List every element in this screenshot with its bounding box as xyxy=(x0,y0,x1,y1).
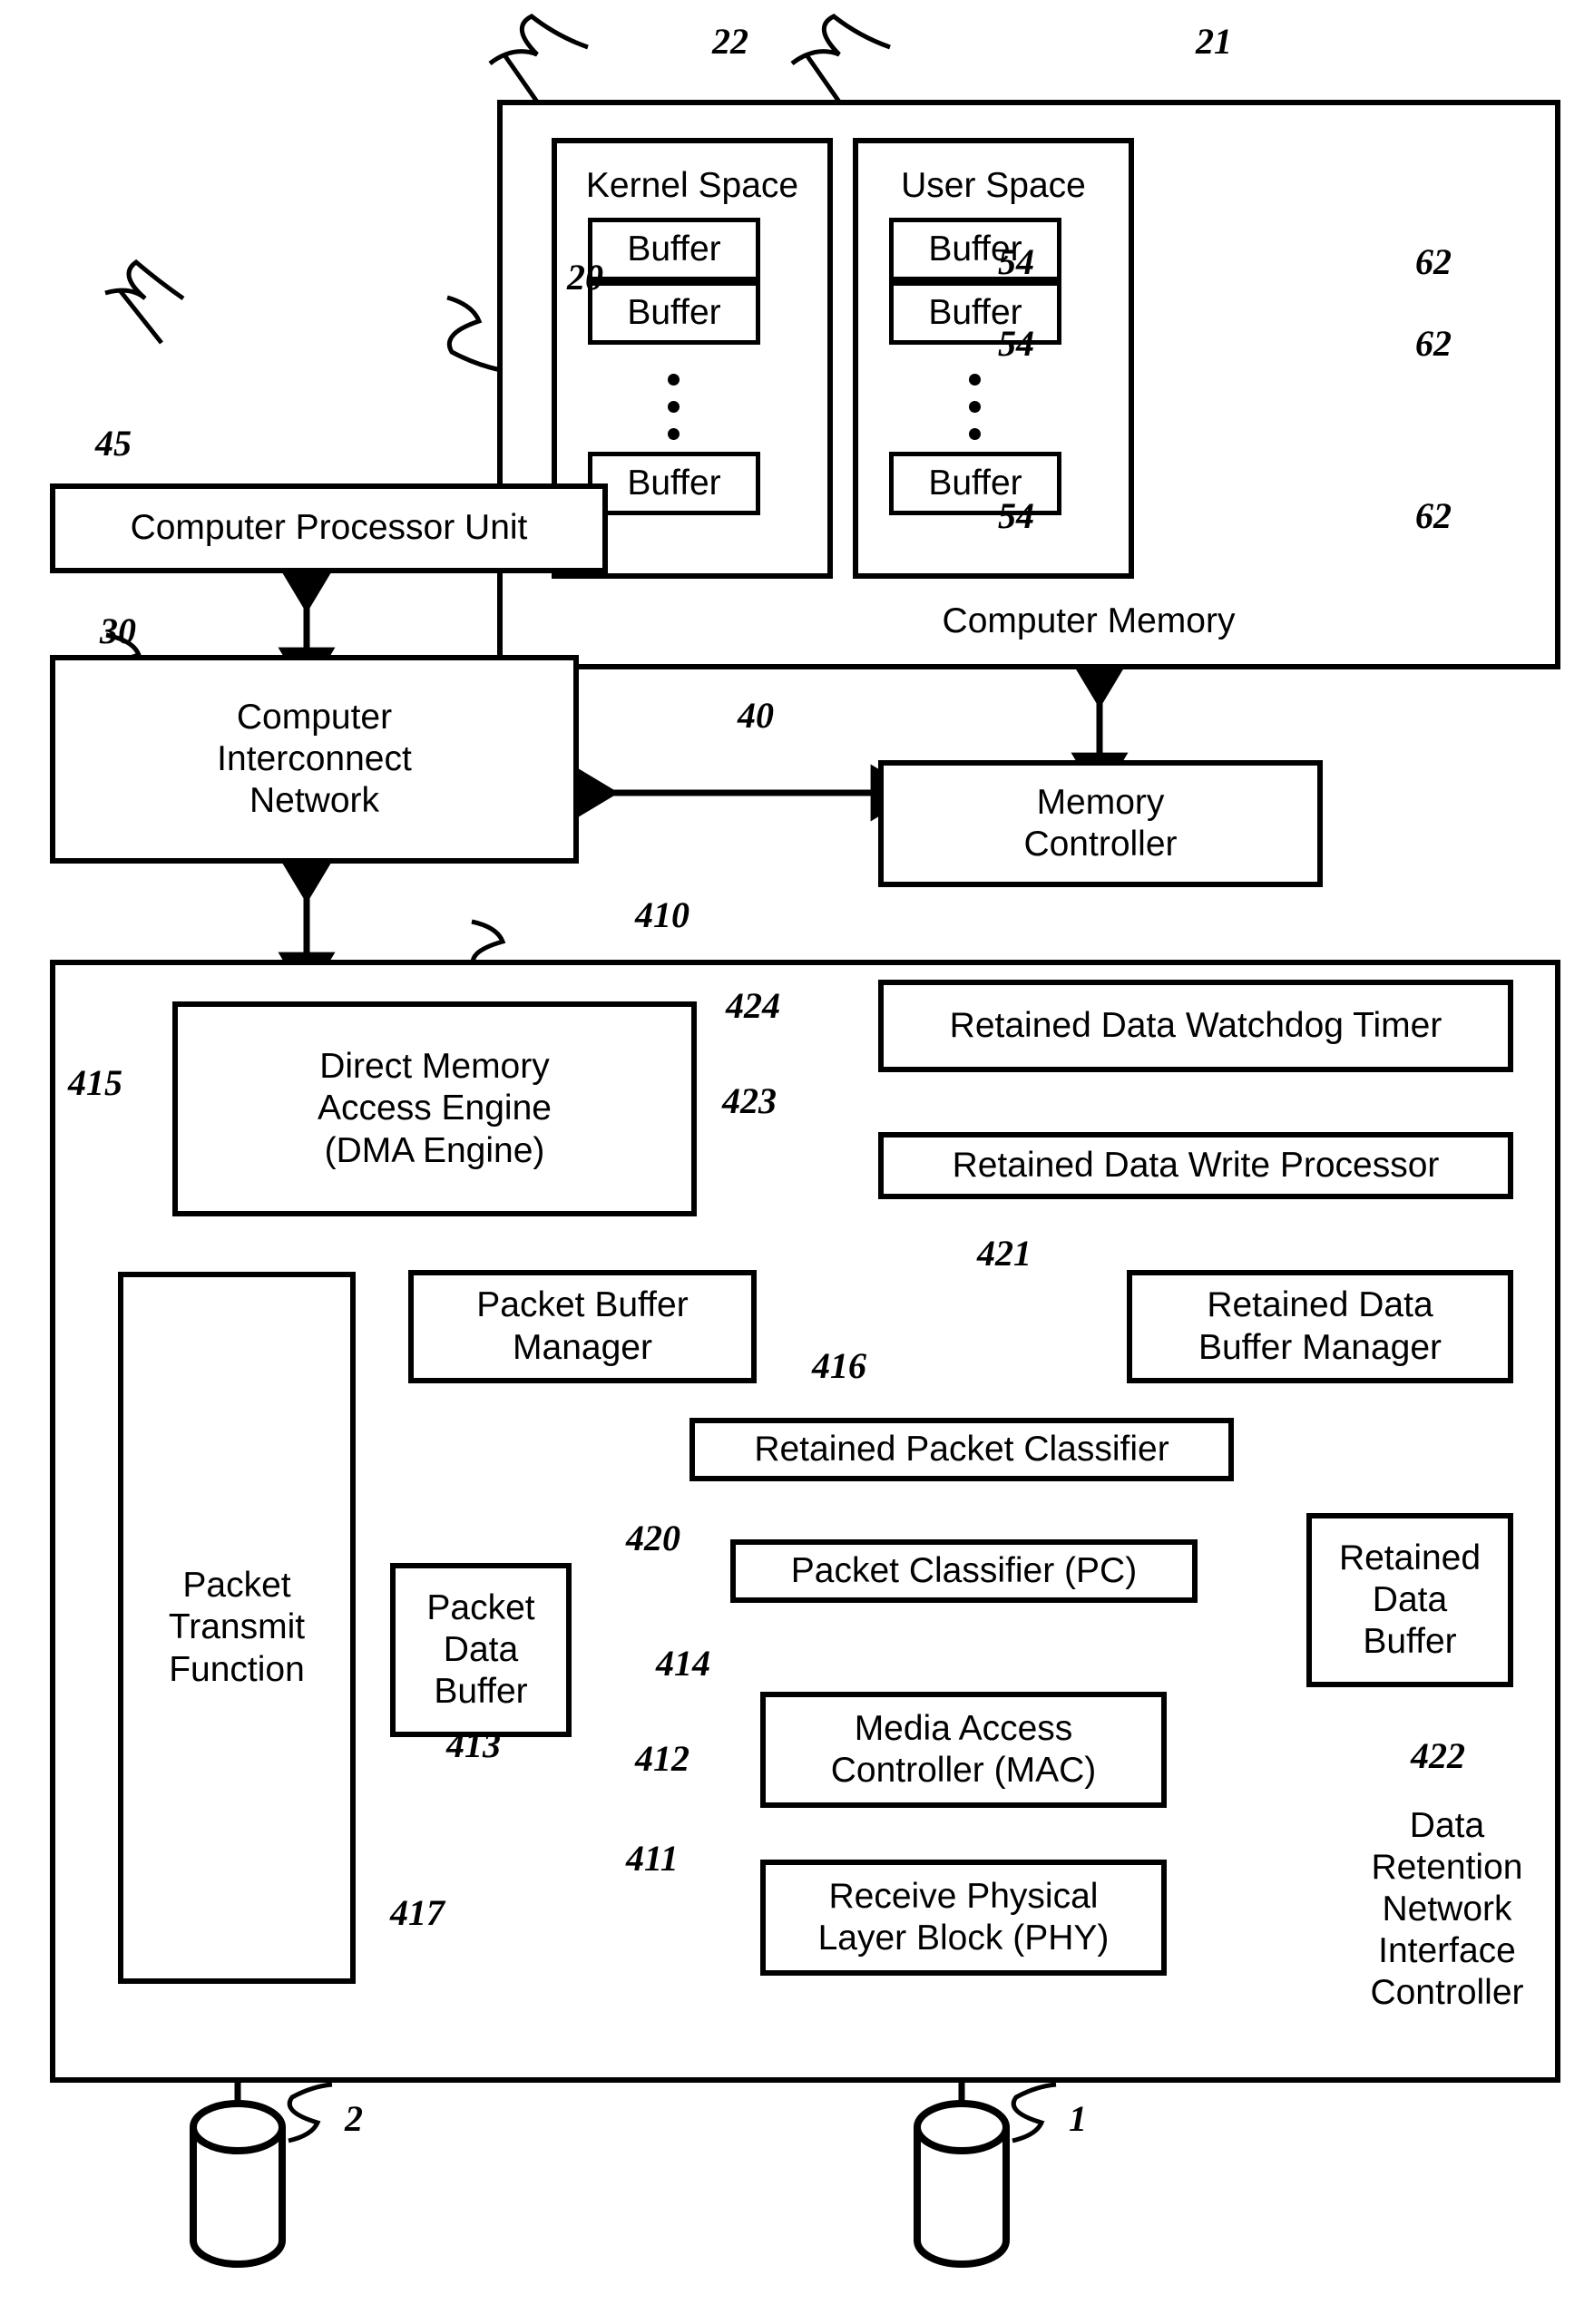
ref-22: 22 xyxy=(712,21,748,62)
computer-memory-label: Computer Memory xyxy=(942,601,1236,640)
kernel-buffer-2-label: Buffer xyxy=(627,292,721,332)
ref-424: 424 xyxy=(726,985,780,1026)
nic-caption: Data Retention Network Interface Control… xyxy=(1370,1806,1524,2013)
retained-data-watchdog-timer: Retained Data Watchdog Timer xyxy=(878,980,1513,1072)
user-space-title: User Space xyxy=(901,166,1086,205)
media-access-controller: Media Access Controller (MAC) xyxy=(760,1692,1167,1808)
packet-data-buffer: Packet Data Buffer xyxy=(390,1563,572,1737)
cpu-label: Computer Processor Unit xyxy=(130,508,528,548)
ref-413: 413 xyxy=(446,1724,501,1765)
ref-412: 412 xyxy=(635,1738,689,1779)
write-processor-label: Retained Data Write Processor xyxy=(952,1145,1440,1185)
ref-423: 423 xyxy=(722,1080,777,1121)
patent-figure: Computer Memory Kernel Space Buffer Buff… xyxy=(0,0,1594,2324)
retained-packet-classifier-label: Retained Packet Classifier xyxy=(754,1429,1169,1469)
packet-transmit-function: Packet Transmit Function xyxy=(118,1272,356,1984)
ref-414: 414 xyxy=(656,1643,710,1684)
ref-54-a: 54 xyxy=(998,241,1034,282)
user-buffer-1: Buffer xyxy=(889,218,1061,281)
ref-62-c: 62 xyxy=(1415,495,1452,536)
receive-physical-layer-block: Receive Physical Layer Block (PHY) xyxy=(760,1860,1167,1976)
retained-data-buffer: Retained Data Buffer xyxy=(1306,1513,1513,1687)
kernel-buffer-3: Buffer xyxy=(588,452,760,515)
ref-411: 411 xyxy=(626,1838,679,1879)
kernel-space-title: Kernel Space xyxy=(585,166,799,205)
kernel-buffer-ellipsis xyxy=(668,374,680,455)
ref-port-1: 1 xyxy=(1069,2098,1087,2139)
packet-buffer-manager-label: Packet Buffer Manager xyxy=(476,1285,689,1367)
phy-label: Receive Physical Layer Block (PHY) xyxy=(817,1876,1110,1958)
user-buffer-3: Buffer xyxy=(889,452,1061,515)
ref-30: 30 xyxy=(100,610,136,651)
kernel-buffer-2: Buffer xyxy=(588,281,760,345)
memory-controller-label: Memory Controller xyxy=(1023,782,1178,864)
ref-421: 421 xyxy=(977,1233,1032,1274)
memory-controller: Memory Controller xyxy=(878,760,1323,887)
interconnect-label: Computer Interconnect Network xyxy=(217,697,412,820)
watchdog-label: Retained Data Watchdog Timer xyxy=(949,1005,1442,1045)
kernel-buffer-1: Buffer xyxy=(588,218,760,281)
ref-54-b: 54 xyxy=(998,323,1034,364)
ref-420: 420 xyxy=(626,1518,680,1558)
retained-data-buffer-manager: Retained Data Buffer Manager xyxy=(1127,1270,1513,1383)
ref-415: 415 xyxy=(68,1062,122,1103)
ref-62-b: 62 xyxy=(1415,323,1452,364)
ref-416: 416 xyxy=(812,1345,866,1386)
ref-port-2: 2 xyxy=(345,2098,363,2139)
ref-21: 21 xyxy=(1196,21,1232,62)
kernel-buffer-3-label: Buffer xyxy=(627,463,721,503)
dma-engine-label: Direct Memory Access Engine (DMA Engine) xyxy=(318,1047,552,1170)
retained-data-write-processor: Retained Data Write Processor xyxy=(878,1132,1513,1199)
ref-45: 45 xyxy=(95,423,132,464)
packet-transmit-function-label: Packet Transmit Function xyxy=(168,1566,306,1689)
ref-417: 417 xyxy=(390,1892,445,1933)
mac-label: Media Access Controller (MAC) xyxy=(830,1708,1097,1790)
packet-classifier: Packet Classifier (PC) xyxy=(730,1539,1198,1603)
ref-54-c: 54 xyxy=(998,495,1034,536)
ref-40: 40 xyxy=(738,695,774,736)
user-buffer-ellipsis xyxy=(969,374,982,455)
ref-422: 422 xyxy=(1411,1735,1465,1776)
ref-62-a: 62 xyxy=(1415,241,1452,282)
retained-data-buffer-label: Retained Data Buffer xyxy=(1338,1538,1482,1661)
packet-data-buffer-label: Packet Data Buffer xyxy=(426,1587,535,1711)
retained-data-buffer-manager-label: Retained Data Buffer Manager xyxy=(1198,1285,1442,1367)
ref-410: 410 xyxy=(635,894,689,935)
computer-processor-unit: Computer Processor Unit xyxy=(50,483,608,573)
retained-packet-classifier: Retained Packet Classifier xyxy=(689,1418,1234,1481)
packet-buffer-manager: Packet Buffer Manager xyxy=(408,1270,757,1383)
packet-classifier-label: Packet Classifier (PC) xyxy=(790,1550,1138,1590)
dma-engine: Direct Memory Access Engine (DMA Engine) xyxy=(172,1001,697,1216)
user-buffer-2: Buffer xyxy=(889,281,1061,345)
computer-interconnect-network: Computer Interconnect Network xyxy=(50,655,579,864)
ref-20: 20 xyxy=(567,257,603,298)
kernel-buffer-1-label: Buffer xyxy=(627,229,721,269)
